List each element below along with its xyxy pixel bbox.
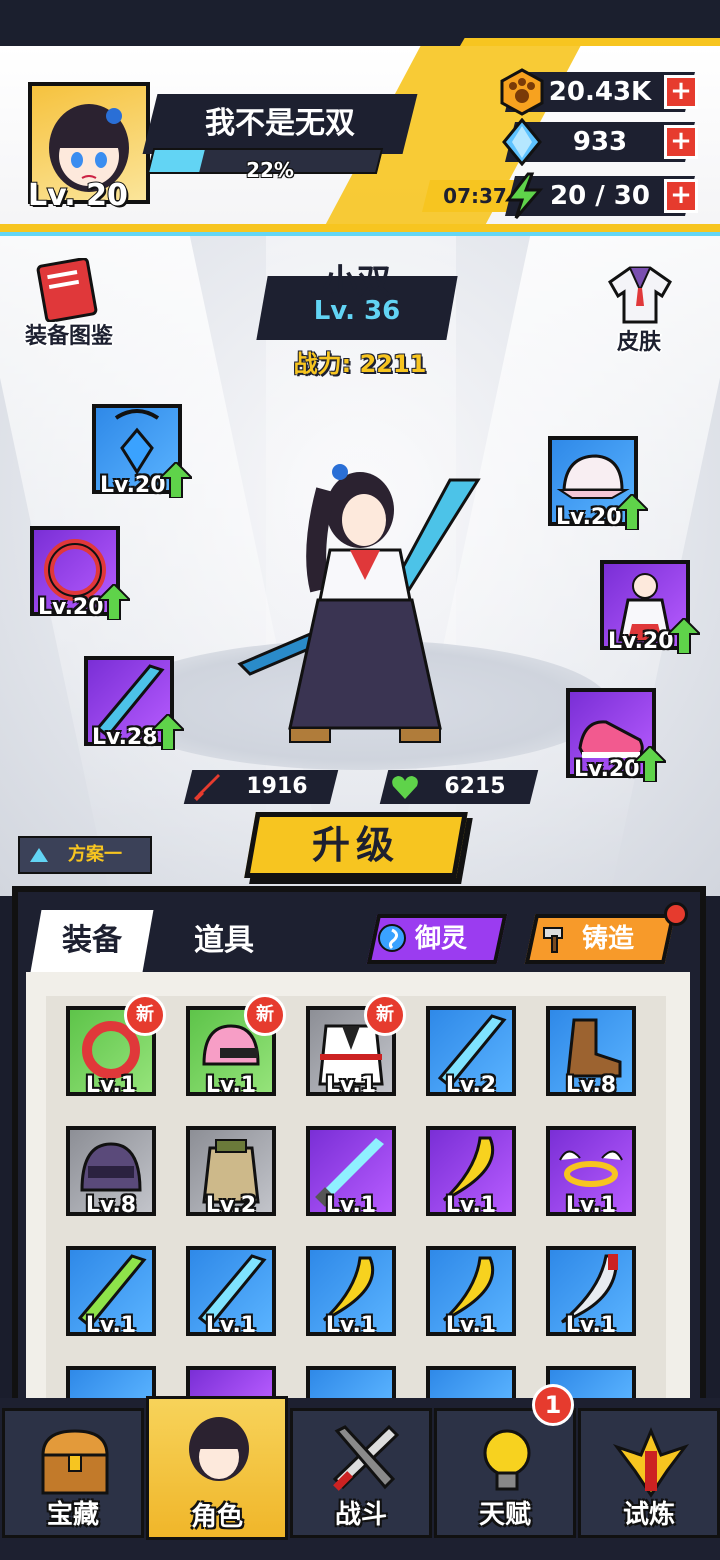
item-level: Lv.1	[85, 1313, 137, 1338]
slot-level: Lv.20	[38, 595, 104, 620]
nav-battle[interactable]: 战斗	[290, 1408, 432, 1538]
character-figure[interactable]	[230, 450, 490, 750]
tab-items-label[interactable]: 道具	[168, 910, 280, 972]
new-badge: 新	[364, 994, 406, 1036]
inventory-item[interactable]: Lv.1	[546, 1246, 636, 1338]
nav-treasure[interactable]: 宝藏	[2, 1408, 144, 1538]
new-badge: 新	[244, 994, 286, 1036]
nav-talent[interactable]: 天赋	[434, 1408, 576, 1538]
equip-slot-necklace[interactable]: Lv.20	[92, 404, 192, 498]
upgrade-arrow-icon	[160, 462, 192, 498]
upgrade-arrow-icon	[668, 618, 700, 654]
item-level: Lv.1	[445, 1193, 497, 1218]
item-level: Lv.1	[565, 1313, 617, 1338]
inventory-item[interactable]: Lv.8	[546, 1006, 636, 1098]
item-level: Lv.1	[325, 1193, 377, 1218]
item-level: Lv.1	[325, 1073, 377, 1098]
nav-treasure-label: 宝藏	[46, 1500, 99, 1530]
lightbulb-icon	[483, 1429, 531, 1491]
treasure-chest-icon	[41, 1429, 109, 1495]
equip-slot-ring[interactable]: Lv.20	[30, 526, 130, 620]
equip-slot-costume[interactable]: Lv.20	[600, 560, 700, 654]
player-level-badge: Lv. 20	[27, 177, 129, 214]
add-gold-button[interactable]: +	[664, 75, 698, 109]
item-level: Lv.2	[205, 1193, 257, 1218]
item-level: Lv.1	[565, 1193, 617, 1218]
inventory-item[interactable]: Lv.1	[306, 1126, 396, 1218]
character-level: Lv. 36	[313, 296, 401, 326]
gem-amount: 933	[572, 127, 628, 157]
exp-bar-fill	[149, 150, 205, 172]
character-portrait-icon	[189, 1417, 249, 1481]
item-level: Lv.1	[445, 1313, 497, 1338]
upgrade-arrow-icon	[616, 494, 648, 530]
nav-trial-label: 试炼	[622, 1500, 675, 1530]
spirit-button-label[interactable]: 御灵	[386, 914, 496, 964]
gem-icon	[498, 117, 546, 167]
add-energy-button[interactable]: +	[664, 179, 698, 213]
equip-slot-hat[interactable]: Lv.20	[548, 436, 648, 530]
nav-battle-label: 战斗	[334, 1500, 387, 1530]
nav-trial[interactable]: 试炼	[578, 1408, 720, 1538]
upgrade-arrow-icon	[634, 746, 666, 782]
item-level: Lv.1	[205, 1073, 257, 1098]
character-name: 小双	[323, 262, 391, 302]
inventory-item[interactable]: Lv.1	[66, 1246, 156, 1338]
equip-slot-shoes[interactable]: Lv.20	[566, 688, 666, 782]
heart-health-icon	[390, 772, 420, 802]
equipment-handbook-label[interactable]: 装备图鉴	[14, 318, 124, 349]
combat-power: 战力: 2211	[293, 350, 427, 378]
forge-notification-dot	[664, 902, 688, 926]
inventory-item[interactable]: Lv.2	[186, 1126, 276, 1218]
item-level: Lv.2	[445, 1073, 497, 1098]
item-level: Lv.1	[205, 1313, 257, 1338]
health-value: 6215	[444, 774, 506, 799]
tab-equipment-label[interactable]: 装备	[36, 910, 148, 972]
handbook-book-icon[interactable]	[32, 257, 102, 323]
inventory-item[interactable]: Lv.1 新	[186, 994, 286, 1098]
inventory-item[interactable]: Lv.1 新	[66, 994, 166, 1098]
player-name: 我不是无双	[205, 106, 355, 141]
item-level: Lv.1	[85, 1073, 137, 1098]
nav-role[interactable]: 角色	[146, 1396, 288, 1540]
winged-emblem-icon	[612, 1427, 690, 1498]
inventory-item[interactable]: Lv.2	[426, 1006, 516, 1098]
inventory-item[interactable]: Lv.1	[306, 1246, 396, 1338]
sword-attack-icon	[192, 772, 222, 802]
inventory-item[interactable]: Lv.1	[426, 1246, 516, 1338]
energy-amount: 20 / 30	[550, 181, 650, 211]
inventory-item[interactable]: Lv.1	[186, 1246, 276, 1338]
slot-level: Lv.20	[608, 629, 674, 654]
skin-label[interactable]: 皮肤	[594, 324, 684, 355]
gold-amount: 20.43K	[548, 77, 652, 107]
upgrade-arrow-icon	[152, 714, 184, 750]
crossed-swords-icon	[332, 1424, 400, 1491]
add-gem-button[interactable]: +	[664, 125, 698, 159]
upgrade-arrow-icon	[98, 584, 130, 620]
upgrade-button-label[interactable]: 升级	[250, 812, 462, 878]
item-level: Lv.8	[85, 1193, 137, 1218]
nav-talent-label: 天赋	[478, 1500, 531, 1530]
item-level: Lv.8	[565, 1073, 617, 1098]
inventory-item[interactable]: Lv.8	[66, 1126, 156, 1218]
inventory-item[interactable]: Lv.1 新	[306, 994, 406, 1098]
forge-button-label[interactable]: 铸造	[548, 914, 668, 964]
equip-slot-weapon[interactable]: Lv.28	[84, 656, 184, 750]
new-badge: 新	[124, 994, 166, 1036]
slot-level: Lv.20	[556, 505, 622, 530]
slot-level: Lv.20	[574, 757, 640, 782]
slot-level: Lv.28	[92, 725, 158, 750]
exp-percent: 22%	[246, 158, 294, 182]
nav-role-label: 角色	[190, 1502, 243, 1532]
inventory-item[interactable]: Lv.1	[546, 1126, 636, 1218]
gold-paw-icon	[498, 68, 546, 116]
attack-value: 1916	[246, 774, 308, 799]
skin-uniform-icon[interactable]	[600, 262, 680, 326]
slot-level: Lv.20	[100, 473, 166, 498]
inventory-item[interactable]: Lv.1	[426, 1126, 516, 1218]
plan-label[interactable]: 方案一	[40, 836, 150, 874]
talent-notification-badge: 1	[532, 1384, 574, 1426]
item-level: Lv.1	[325, 1313, 377, 1338]
